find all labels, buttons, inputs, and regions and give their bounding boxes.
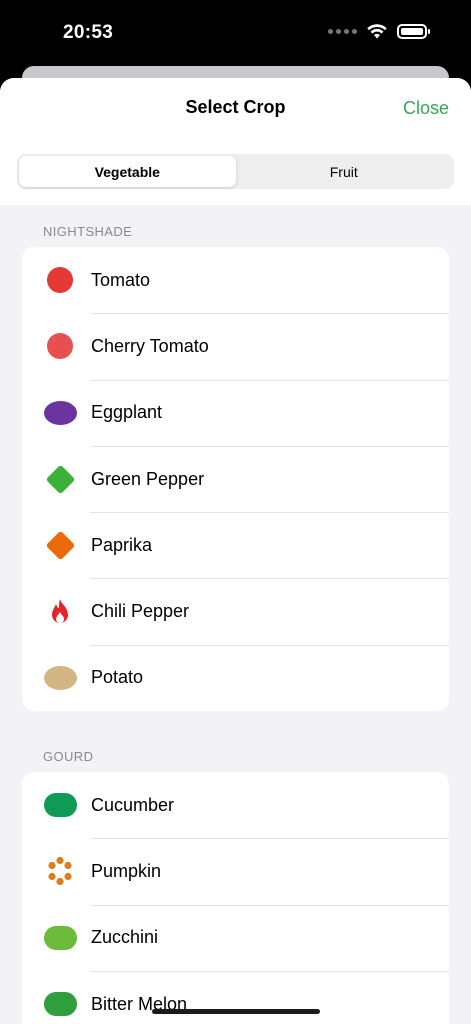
dots-ring-icon [43,854,77,888]
section-header-gourd: GOURD [43,749,94,764]
tomato-circle-icon [43,263,77,297]
crop-row-cucumber[interactable]: Cucumber [22,772,449,838]
crop-row-pumpkin[interactable]: Pumpkin [22,838,449,904]
crop-row-cherry-tomato[interactable]: Cherry Tomato [22,313,449,379]
paprika-diamond-icon [43,528,77,562]
crop-label: Potato [91,667,144,688]
crop-row-potato[interactable]: Potato [22,644,449,711]
flame-icon [43,595,77,629]
bitter-melon-pill-icon [43,987,77,1021]
status-bar: 20:53 [0,0,471,68]
crop-label: Tomato [91,269,151,290]
eggplant-oval-icon [43,396,77,430]
sheet-title: Select Crop [185,97,286,117]
crop-label: Cucumber [91,794,175,815]
select-crop-sheet: Select Crop Close Vegetable Fruit NIGHTS… [0,78,471,1024]
signal-icon [328,29,357,34]
gourd-list: Cucumber Pumpkin Zucchini Bitter Melon [22,772,449,1024]
crop-label: Pumpkin [91,860,162,881]
crop-row-chili-pepper[interactable]: Chili Pepper [22,578,449,644]
green-pepper-diamond-icon [43,462,77,496]
crop-row-bitter-melon[interactable]: Bitter Melon [22,970,449,1024]
segment-vegetable[interactable]: Vegetable [19,156,236,187]
category-segmented-control: Vegetable Fruit [17,154,454,189]
zucchini-pill-icon [43,921,77,955]
potato-oval-icon [43,661,77,695]
cherry-tomato-circle-icon [43,329,77,363]
battery-icon [397,24,430,39]
crop-label: Cherry Tomato [91,335,209,356]
crop-row-eggplant[interactable]: Eggplant [22,379,449,446]
wifi-icon [367,24,387,39]
crop-label: Chili Pepper [91,601,190,622]
crop-row-green-pepper[interactable]: Green Pepper [22,445,449,512]
crop-row-zucchini[interactable]: Zucchini [22,904,449,971]
crop-label: Zucchini [91,927,159,948]
close-button[interactable]: Close [403,98,449,119]
crop-row-paprika[interactable]: Paprika [22,512,449,578]
status-icons [328,24,430,39]
segment-fruit[interactable]: Fruit [236,156,453,187]
crop-label: Eggplant [91,402,163,423]
crop-label: Green Pepper [91,468,205,489]
crop-label: Paprika [91,534,153,555]
home-indicator[interactable] [152,1009,320,1014]
sheet-header: Select Crop Close Vegetable Fruit [0,78,471,205]
section-header-nightshade: NIGHTSHADE [43,224,133,239]
cucumber-pill-icon [43,788,77,822]
status-time: 20:53 [63,22,114,43]
nightshade-list: Tomato Cherry Tomato Eggplant Green Pepp… [22,247,449,712]
crop-row-tomato[interactable]: Tomato [22,247,449,313]
